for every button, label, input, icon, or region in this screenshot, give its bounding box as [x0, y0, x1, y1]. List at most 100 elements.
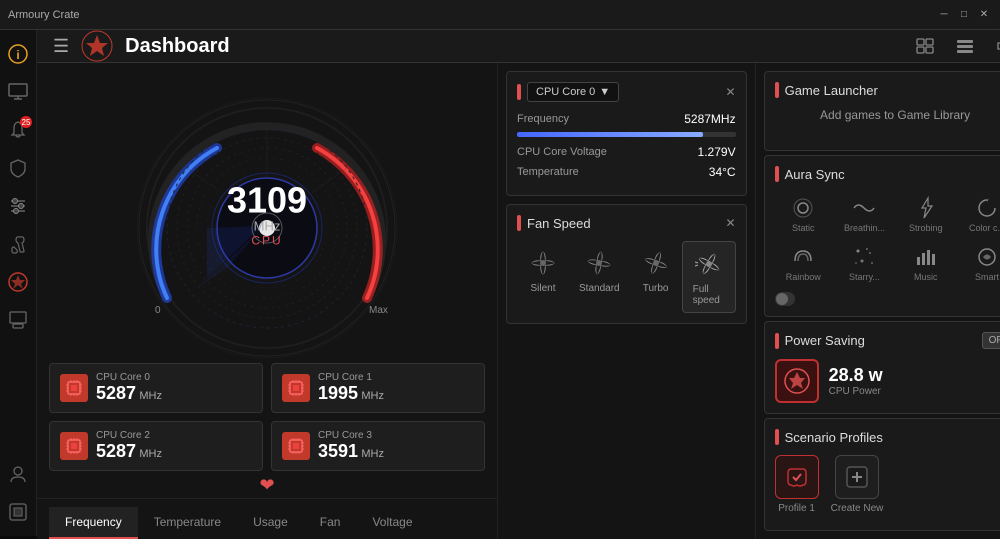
core-info-0: CPU Core 0 5287 MHz — [96, 372, 252, 404]
core-freq-3: 3591 — [318, 441, 358, 461]
fan-section: Fan Speed ✕ — [506, 204, 747, 324]
aura-color-cycle-icon — [975, 196, 999, 220]
aura-grid-row2: Rainbow Starry... — [775, 241, 1000, 286]
aura-item-starry[interactable]: Starry... — [836, 241, 893, 286]
core-unit-2: MHz — [139, 448, 162, 460]
profile-item-1[interactable]: Profile 1 — [775, 455, 819, 514]
sidebar-item-shield[interactable] — [0, 150, 36, 186]
tab-temperature[interactable]: Temperature — [138, 507, 237, 539]
game-launcher-accent — [775, 82, 779, 98]
fan-options: Silent — [517, 241, 736, 313]
aura-breathing-icon — [852, 196, 876, 220]
minimize-button[interactable]: ─ — [936, 7, 952, 23]
aura-item-rainbow[interactable]: Rainbow — [775, 241, 832, 286]
sidebar-item-sliders[interactable] — [0, 188, 36, 224]
core-icon-0 — [60, 374, 88, 402]
core-name-2: CPU Core 2 — [96, 430, 252, 441]
core-freq-0: 5287 — [96, 383, 136, 403]
grid-view-button[interactable] — [951, 32, 979, 60]
right-panel: CPU Core 0 ▼ ✕ Frequency 5287MHz — [497, 63, 755, 539]
bottom-tabs: Frequency Temperature Usage Fan Voltage — [37, 498, 497, 539]
sidebar-bottom — [0, 456, 36, 530]
core-info-2: CPU Core 2 5287 MHz — [96, 430, 252, 462]
content-area: ☰ Dashboard — [37, 30, 1000, 536]
announcement-button[interactable] — [991, 32, 1000, 60]
tab-frequency[interactable]: Frequency — [49, 507, 138, 539]
maximize-button[interactable]: □ — [956, 7, 972, 23]
aura-sync-accent — [775, 166, 779, 182]
sidebar-item-user[interactable] — [0, 456, 36, 492]
cpu-section-header: CPU Core 0 ▼ ✕ — [517, 82, 736, 102]
aura-item-static[interactable]: Static — [775, 192, 832, 237]
game-launcher-empty-text: Add games to Game Library — [775, 108, 1000, 122]
aura-item-strobing[interactable]: Strobing — [897, 192, 954, 237]
fan-turbo-icon — [640, 247, 672, 279]
profile-item-create[interactable]: Create New — [831, 455, 884, 514]
aura-item-breathing[interactable]: Breathin... — [836, 192, 893, 237]
cpu-dropdown[interactable]: CPU Core 0 ▼ — [527, 82, 619, 102]
aura-sync-title-row: Aura Sync — [775, 166, 845, 182]
core-name-3: CPU Core 3 — [318, 430, 474, 441]
power-rog-icon — [783, 367, 811, 395]
sidebar-item-info[interactable]: i — [0, 36, 36, 72]
sidebar-item-device[interactable] — [0, 74, 36, 110]
svg-text:0: 0 — [155, 305, 161, 316]
core-icon-2 — [60, 432, 88, 460]
sidebar-item-display[interactable] — [0, 494, 36, 530]
core-unit-3: MHz — [361, 448, 384, 460]
power-value: 28.8 w — [829, 365, 883, 386]
tab-voltage[interactable]: Voltage — [356, 507, 428, 539]
aura-grid-row1: Static Breathin... Strobin — [775, 192, 1000, 237]
core-card-3: CPU Core 3 3591 MHz — [271, 421, 485, 471]
left-panel: 0 Max 3109 MHz CPU — [37, 63, 497, 539]
profile-1-icon — [783, 463, 811, 491]
cpu-section-expand[interactable]: ✕ — [726, 85, 736, 99]
sidebar-item-monitor[interactable] — [0, 302, 36, 338]
power-saving-toggle[interactable]: OFF — [982, 332, 1000, 349]
power-saving: Power Saving OFF 28.8 w — [764, 321, 1000, 414]
aura-toggle[interactable] — [775, 292, 795, 306]
tab-fan[interactable]: Fan — [304, 507, 357, 539]
fan-silent-icon — [527, 247, 559, 279]
aura-music-icon — [914, 245, 938, 269]
hamburger-button[interactable]: ☰ — [53, 36, 69, 57]
aura-item-color-cycle[interactable]: Color c... — [958, 192, 1000, 237]
fan-section-accent — [517, 215, 521, 231]
core-icon-1 — [282, 374, 310, 402]
tab-usage[interactable]: Usage — [237, 507, 304, 539]
dashboard-body: 0 Max 3109 MHz CPU — [37, 63, 1000, 539]
aura-item-smart[interactable]: Smart — [958, 241, 1000, 286]
fan-option-silent[interactable]: Silent — [517, 241, 569, 313]
cpu-voltage-row: CPU Core Voltage 1.279V — [517, 145, 736, 159]
core-freq-1: 1995 — [318, 383, 358, 403]
aura-item-music[interactable]: Music — [897, 241, 954, 286]
fan-option-fullspeed[interactable]: Full speed — [682, 241, 736, 313]
sidebar-item-notifications[interactable]: 25 — [0, 112, 36, 148]
profile-icon-create — [835, 455, 879, 499]
sidebar-item-tools[interactable] — [0, 226, 36, 262]
freq-bar — [517, 132, 736, 137]
list-view-button[interactable] — [911, 32, 939, 60]
sidebar: i 25 — [0, 30, 37, 536]
core-freq-2: 5287 — [96, 441, 136, 461]
core-card-2: CPU Core 2 5287 MHz — [49, 421, 263, 471]
fan-section-expand[interactable]: ✕ — [726, 216, 736, 230]
fan-option-turbo[interactable]: Turbo — [630, 241, 682, 313]
scenario-profiles-header: Scenario Profiles ✕ — [775, 429, 1000, 445]
game-launcher-title-row: Game Launcher — [775, 82, 878, 98]
cpu-section-accent — [517, 84, 521, 100]
aura-sync-header: Aura Sync ✕ — [775, 166, 1000, 182]
create-profile-icon — [843, 463, 871, 491]
close-button[interactable]: ✕ — [976, 7, 992, 23]
scenario-profiles-title-row: Scenario Profiles — [775, 429, 883, 445]
fan-section-header: Fan Speed ✕ — [517, 215, 736, 231]
aura-strobing-icon — [914, 196, 938, 220]
core-name-1: CPU Core 1 — [318, 372, 474, 383]
fan-section-title-row: Fan Speed — [517, 215, 591, 231]
fan-option-standard[interactable]: Standard — [569, 241, 630, 313]
aura-rainbow-icon — [791, 245, 815, 269]
aura-toggle-row — [775, 292, 1000, 306]
scenario-profiles-accent — [775, 429, 779, 445]
sidebar-item-armoury[interactable] — [0, 264, 36, 300]
core-icon-3 — [282, 432, 310, 460]
